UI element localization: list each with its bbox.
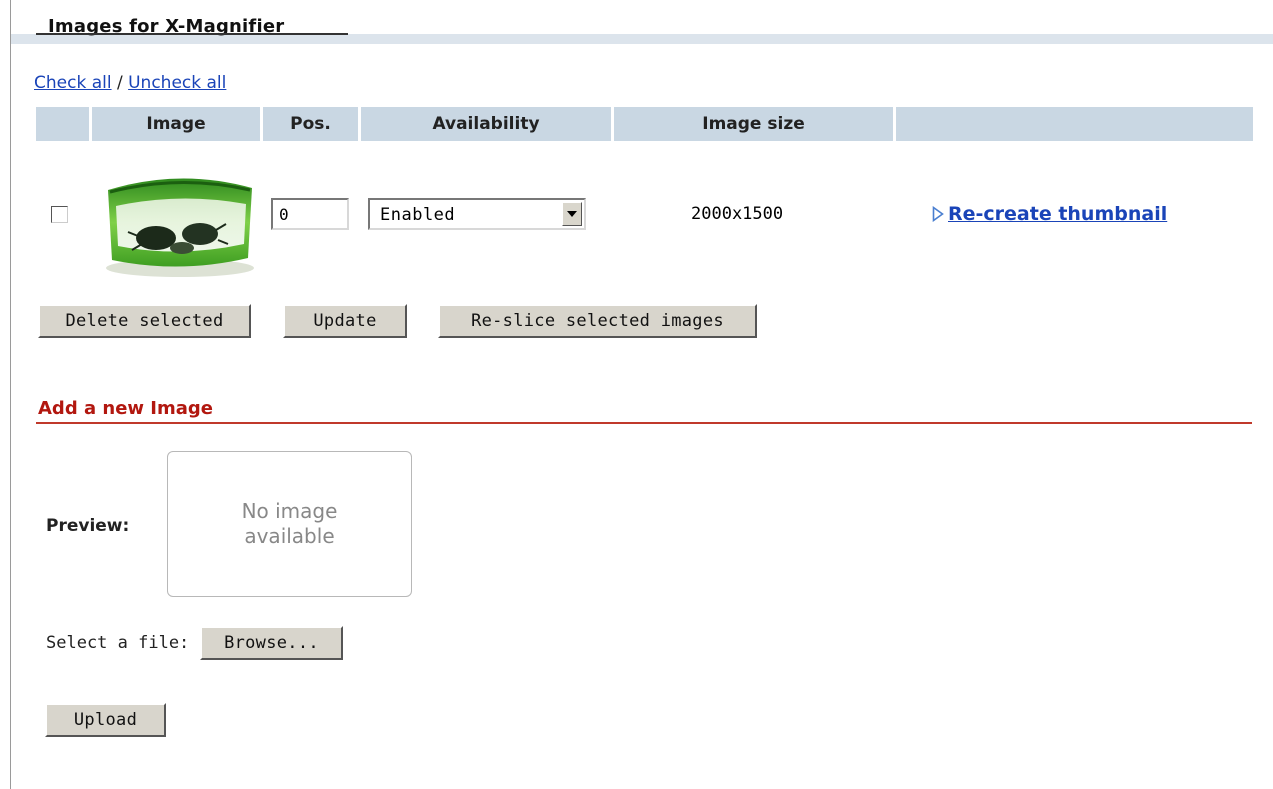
section-divider	[36, 422, 1252, 424]
image-size-value: 2000x1500	[691, 204, 784, 224]
check-all-link[interactable]: Check all	[34, 73, 112, 93]
uncheck-all-link[interactable]: Uncheck all	[128, 73, 226, 93]
preview-label: Preview:	[46, 516, 130, 536]
no-image-text-line1: No image	[241, 499, 338, 523]
availability-value: Enabled	[380, 205, 456, 225]
select-file-label: Select a file:	[46, 633, 190, 653]
recreate-thumbnail-action: Re-create thumbnail	[932, 203, 1167, 225]
header-select	[36, 107, 89, 141]
check-links: Check all / Uncheck all	[34, 73, 226, 93]
panel-title-underline	[36, 33, 348, 35]
image-thumbnail[interactable]	[98, 162, 262, 278]
recreate-thumbnail-link[interactable]: Re-create thumbnail	[948, 203, 1167, 225]
header-image: Image	[92, 107, 260, 141]
row-checkbox[interactable]	[51, 206, 68, 223]
header-availability: Availability	[361, 107, 611, 141]
preview-placeholder: No image available	[167, 451, 412, 597]
upload-button[interactable]: Upload	[45, 703, 166, 737]
browse-button[interactable]: Browse...	[200, 626, 343, 660]
triangle-right-outline-icon	[932, 205, 944, 223]
chevron-down-icon[interactable]	[562, 202, 582, 226]
position-input[interactable]	[271, 198, 349, 230]
delete-selected-button[interactable]: Delete selected	[38, 304, 251, 338]
add-new-image-title: Add a new Image	[38, 398, 213, 419]
link-separator: /	[111, 73, 129, 93]
update-button[interactable]: Update	[283, 304, 407, 338]
no-image-text-line2: available	[244, 524, 335, 548]
header-image-size: Image size	[614, 107, 893, 141]
availability-select[interactable]: Enabled	[368, 198, 586, 230]
reslice-selected-button[interactable]: Re-slice selected images	[438, 304, 757, 338]
header-pos: Pos.	[263, 107, 358, 141]
panel-left-border	[10, 0, 11, 789]
header-actions	[896, 107, 1253, 141]
